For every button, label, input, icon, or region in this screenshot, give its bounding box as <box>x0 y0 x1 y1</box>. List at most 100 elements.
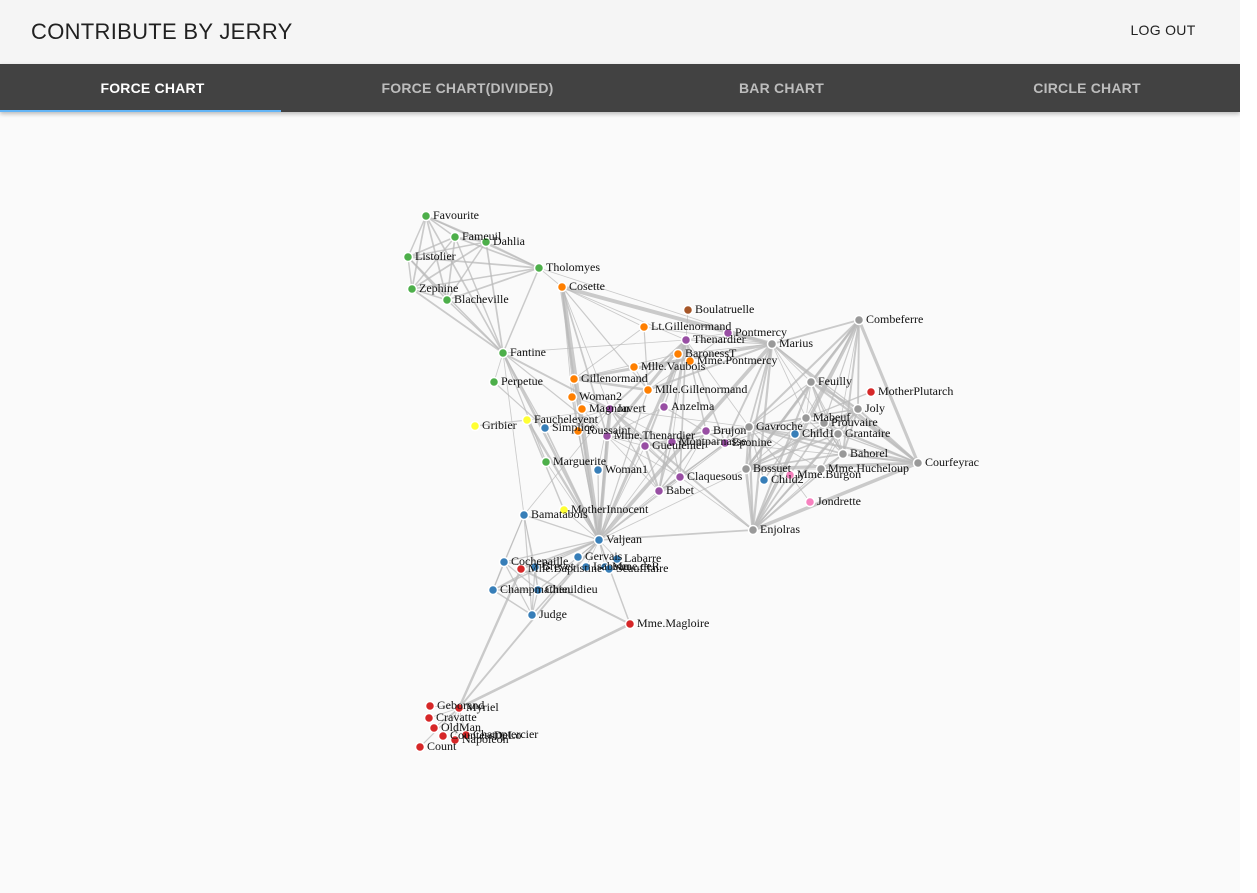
node-label: Cosette <box>569 279 605 293</box>
node-label: Courfeyrac <box>925 455 979 469</box>
node-label: Child2 <box>771 472 804 486</box>
graph-node[interactable] <box>449 231 461 243</box>
page-scrollbar[interactable] <box>1240 0 1257 893</box>
tab-bar: FORCE CHART FORCE CHART(DIVIDED) BAR CHA… <box>0 64 1240 112</box>
graph-link <box>458 622 631 710</box>
node-label: Lt.Gillenormand <box>651 319 731 333</box>
force-graph[interactable]: MyrielNapoleonMlle.BaptistineMme.Magloir… <box>0 112 1240 893</box>
graph-node[interactable] <box>865 386 877 398</box>
node-label: Babet <box>666 483 695 497</box>
graph-node[interactable] <box>487 584 499 596</box>
app-window: CONTRIBUTE BY JERRY LOG OUT FORCE CHART … <box>0 0 1240 893</box>
node-label: Mme.Magloire <box>637 616 709 630</box>
graph-node[interactable] <box>593 534 605 546</box>
graph-node[interactable] <box>638 321 650 333</box>
node-label: Mme.Hucheloup <box>828 461 909 475</box>
graph-link <box>523 514 539 591</box>
node-label: Blacheville <box>454 292 509 306</box>
graph-node[interactable] <box>406 283 418 295</box>
graph-link <box>502 352 547 463</box>
graph-node[interactable] <box>912 457 924 469</box>
graph-node[interactable] <box>832 428 844 440</box>
graph-node[interactable] <box>804 496 816 508</box>
node-label: Marguerite <box>553 454 606 468</box>
tab-force-chart-divided[interactable]: FORCE CHART(DIVIDED) <box>315 64 620 112</box>
graph-node[interactable] <box>852 403 864 415</box>
node-label: Feuilly <box>818 374 852 388</box>
graph-node[interactable] <box>497 347 509 359</box>
tab-bar-chart[interactable]: BAR CHART <box>629 64 934 112</box>
tab-force-chart[interactable]: FORCE CHART <box>0 64 305 112</box>
graph-node[interactable] <box>672 348 684 360</box>
graph-node[interactable] <box>424 700 436 712</box>
node-label: Bahorel <box>850 446 889 460</box>
graph-node[interactable] <box>747 524 759 536</box>
graph-node[interactable] <box>639 440 651 452</box>
graph-node[interactable] <box>837 448 849 460</box>
graph-node[interactable] <box>556 281 568 293</box>
node-label: MotherPlutarch <box>878 384 953 398</box>
node-label: Gillenormand <box>581 371 648 385</box>
node-label: Tholomyes <box>546 260 600 274</box>
graph-node[interactable] <box>526 609 538 621</box>
graph-node[interactable] <box>766 338 778 350</box>
graph-node[interactable] <box>518 509 530 521</box>
graph-node[interactable] <box>642 384 654 396</box>
graph-node[interactable] <box>740 463 752 475</box>
graph-node[interactable] <box>682 304 694 316</box>
graph-node[interactable] <box>624 618 636 630</box>
node-label: Woman1 <box>605 462 648 476</box>
graph-node[interactable] <box>420 210 432 222</box>
graph-labels: MyrielNapoleonMlle.BaptistineMme.Magloir… <box>415 208 979 753</box>
node-label: Count <box>427 739 457 753</box>
graph-node[interactable] <box>540 456 552 468</box>
graph-node[interactable] <box>658 401 670 413</box>
node-label: Zephine <box>419 281 458 295</box>
graph-link <box>520 568 631 625</box>
app-title: CONTRIBUTE BY JERRY <box>31 19 293 44</box>
graph-node[interactable] <box>566 391 578 403</box>
node-label: Toussaint <box>585 423 631 437</box>
graph-node[interactable] <box>428 722 440 734</box>
graph-node[interactable] <box>533 262 545 274</box>
graph-node[interactable] <box>402 251 414 263</box>
node-label: Scaufflaire <box>616 561 668 575</box>
node-label: Joly <box>865 401 885 415</box>
graph-node[interactable] <box>805 376 817 388</box>
node-label: Brujon <box>713 423 746 437</box>
logout-button[interactable]: LOG OUT <box>1120 22 1206 42</box>
graph-node[interactable] <box>498 556 510 568</box>
graph-node[interactable] <box>853 314 865 326</box>
node-label: Favourite <box>433 208 479 222</box>
node-label: Gribier <box>482 418 517 432</box>
graph-node[interactable] <box>414 741 426 753</box>
node-label: BaronessT <box>685 346 737 360</box>
node-label: Perpetue <box>501 374 543 388</box>
graph-node[interactable] <box>441 294 453 306</box>
node-label: Chenildieu <box>545 582 598 596</box>
node-label: Dahlia <box>493 234 526 248</box>
graph-node[interactable] <box>680 334 692 346</box>
graph-node[interactable] <box>674 471 686 483</box>
graph-node[interactable] <box>758 474 770 486</box>
node-label: Valjean <box>606 532 642 546</box>
node-label: Champtercier <box>473 727 538 741</box>
graph-link <box>446 299 504 354</box>
node-label: Mlle.Gillenormand <box>655 382 747 396</box>
node-label: MotherInnocent <box>571 502 649 516</box>
node-label: OldMan <box>441 720 481 734</box>
graph-node[interactable] <box>469 420 481 432</box>
graph-link <box>502 267 540 354</box>
graph-node[interactable] <box>423 712 435 724</box>
tab-circle-chart[interactable]: CIRCLE CHART <box>934 64 1240 112</box>
app-header: CONTRIBUTE BY JERRY LOG OUT <box>0 0 1240 64</box>
node-label: Judge <box>539 607 567 621</box>
graph-node[interactable] <box>521 414 533 426</box>
node-label: Grantaire <box>845 426 890 440</box>
graph-node[interactable] <box>800 412 812 424</box>
graph-node[interactable] <box>653 485 665 497</box>
graph-node[interactable] <box>488 376 500 388</box>
graph-node[interactable] <box>568 373 580 385</box>
node-label: Gavroche <box>756 419 803 433</box>
node-label: Fantine <box>510 345 546 359</box>
